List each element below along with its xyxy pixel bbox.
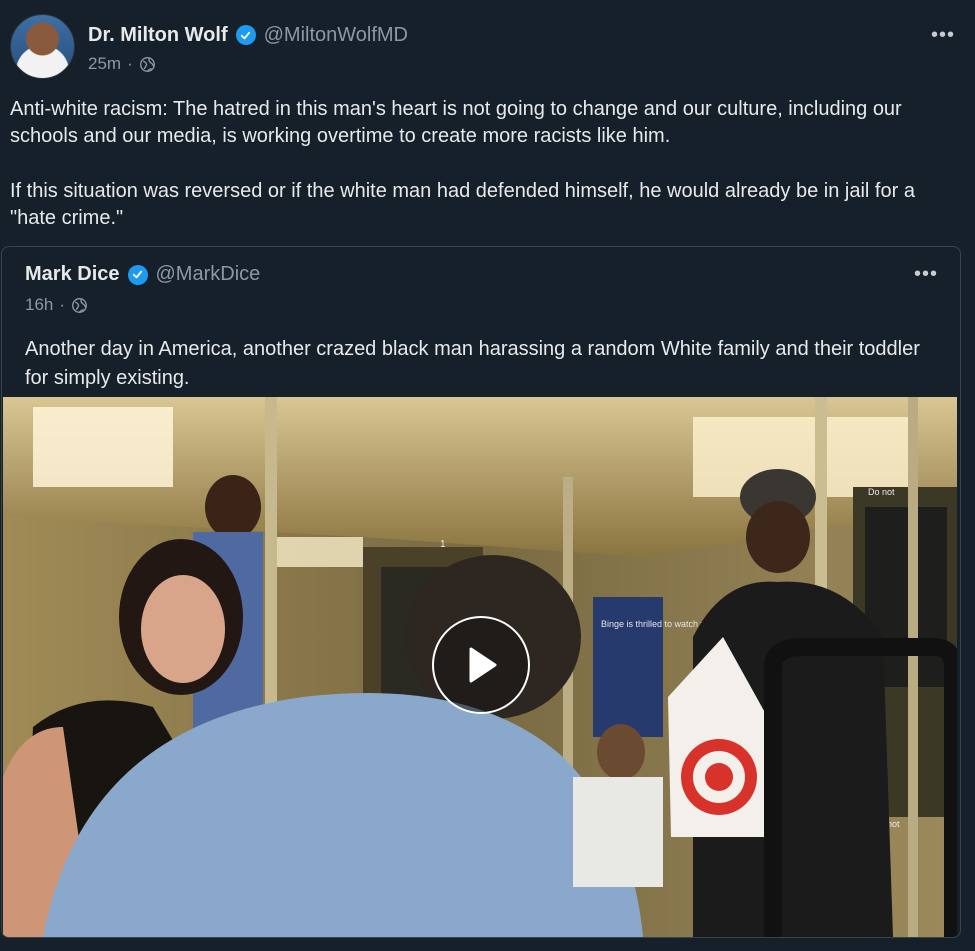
more-options-icon[interactable]: ••• [931,25,955,45]
post-paragraph-1: Anti-white racism: The hatred in this ma… [10,98,902,147]
play-button[interactable] [432,616,530,714]
meta-separator: · [127,54,133,73]
quoted-author-name[interactable]: Mark Dice [25,263,120,286]
quoted-meta: 16h · [25,295,88,315]
author-name[interactable]: Dr. Milton Wolf [88,24,228,47]
author-handle[interactable]: @MiltonWolfMD [264,24,408,47]
quoted-post[interactable]: Mark Dice @MarkDice 16h · ••• Another da… [1,246,961,938]
post-paragraph-2: If this situation was reversed or if the… [10,180,915,229]
meta-separator: · [59,295,66,314]
door-sign: Do not [868,487,895,497]
post-time[interactable]: 25m [88,54,121,74]
author-row: Dr. Milton Wolf @MiltonWolfMD [88,22,408,48]
video-player[interactable]: Binge is thrilled to watch when people f… [3,397,957,937]
post: Dr. Milton Wolf @MiltonWolfMD 25m · ••• … [0,0,975,951]
author-avatar[interactable] [10,14,75,79]
globe-icon [72,297,88,313]
car-number: 1 [440,539,446,550]
play-icon [469,647,497,683]
quoted-text: Another day in America, another crazed b… [25,338,920,389]
quoted-time[interactable]: 16h [25,295,53,315]
more-options-icon[interactable]: ••• [914,264,938,284]
post-meta: 25m · [88,54,156,74]
post-text: Anti-white racism: The hatred in this ma… [10,96,960,260]
globe-icon [139,56,155,72]
verified-badge-icon [235,25,256,45]
quoted-author-handle[interactable]: @MarkDice [156,263,261,286]
verified-badge-icon [127,264,148,285]
quoted-author-row: Mark Dice @MarkDice [25,263,260,286]
